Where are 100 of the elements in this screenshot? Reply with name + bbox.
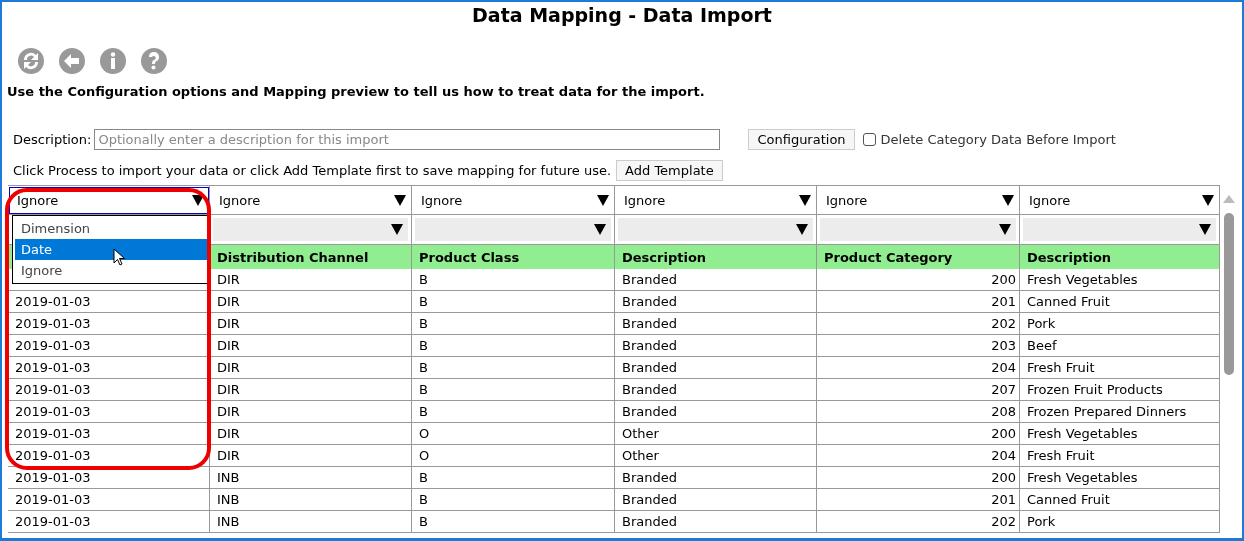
table-cell: 2019-01-03 [8,401,210,423]
table-cell: Pork [1020,511,1220,533]
table-cell: Branded [615,335,817,357]
table-cell: DIR [210,313,412,335]
table-cell: 202 [817,313,1020,335]
table-cell: Canned Fruit [1020,291,1220,313]
table-cell: Canned Fruit [1020,489,1220,511]
table-cell: DIR [210,401,412,423]
column-header: Distribution Channel [210,245,412,269]
table-cell: 2019-01-03 [8,511,210,533]
table-cell: DIR [210,335,412,357]
table-cell: Fresh Vegetables [1020,467,1220,489]
table-cell: Branded [615,467,817,489]
table-cell: B [412,357,615,379]
table-cell: B [412,401,615,423]
table-cell: 203 [817,335,1020,357]
table-cell: Fresh Vegetables [1020,423,1220,445]
table-cell: 2019-01-03 [8,313,210,335]
caret-icon [394,194,406,206]
table-cell: B [412,511,615,533]
table-cell: INB [210,467,412,489]
table-cell: 204 [817,445,1020,467]
table-cell: B [412,313,615,335]
table-cell: 2019-01-03 [8,489,210,511]
caret-icon [597,194,609,206]
column-header: Product Class [412,245,615,269]
mapping-dropdown[interactable]: Ignore [412,186,615,215]
caret-icon [799,194,811,206]
table-cell: B [412,269,615,291]
table-cell: DIR [210,423,412,445]
scroll-up-icon[interactable] [1223,195,1235,203]
mapping-dropdown[interactable]: Ignore [615,186,817,215]
mapping-dropdown[interactable]: Ignore [1020,186,1220,215]
table-cell: 200 [817,423,1020,445]
back-icon[interactable] [57,46,87,76]
table-cell: Pork [1020,313,1220,335]
caret-icon [999,224,1011,235]
table-cell: Branded [615,291,817,313]
table-cell: 201 [817,489,1020,511]
table-cell: B [412,489,615,511]
caret-icon [1002,194,1014,206]
caret-icon [391,224,403,235]
refresh-icon[interactable] [16,46,46,76]
info-icon[interactable] [98,46,128,76]
table-cell: DIR [210,269,412,291]
table-cell: Frozen Prepared Dinners [1020,401,1220,423]
table-cell: Beef [1020,335,1220,357]
caret-icon [192,194,204,206]
table-cell: Branded [615,269,817,291]
table-cell: B [412,379,615,401]
table-cell: Branded [615,401,817,423]
table-cell: 202 [817,511,1020,533]
mapping-dropdown[interactable]: Ignore [817,186,1020,215]
delete-data-checkbox[interactable] [862,132,876,146]
column-header: Description [1020,245,1220,269]
table-cell: INB [210,489,412,511]
table-cell: 200 [817,269,1020,291]
table-cell: O [412,445,615,467]
dropdown-option[interactable]: Date [15,239,207,260]
table-cell: Branded [615,357,817,379]
table-cell: Other [615,445,817,467]
table-cell: B [412,335,615,357]
description-field[interactable]: Optionally enter a description for this import [94,128,721,150]
table-cell: 201 [817,291,1020,313]
table-cell: 200 [817,467,1020,489]
table-cell: Fresh Vegetables [1020,269,1220,291]
pointer-icon [113,248,125,266]
process-hint: Click Process to import your data or click Add Template first to save mapping for future use. [13,163,612,178]
table-cell: Frozen Fruit Products [1020,379,1220,401]
help-icon[interactable] [139,46,169,76]
table-cell: 2019-01-03 [8,335,210,357]
column-header: Description [615,245,817,269]
description-label: Description: [13,131,92,147]
table-cell: 2019-01-03 [8,423,210,445]
table-cell: Fresh Fruit [1020,445,1220,467]
table-cell: Branded [615,489,817,511]
table-cell: DIR [210,379,412,401]
caret-icon [1202,194,1214,206]
table-cell: DIR [210,291,412,313]
window-title: Data Mapping - Data Import [471,3,773,28]
mapping-dropdown[interactable]: Ignore [8,186,210,215]
table-cell: Fresh Fruit [1020,357,1220,379]
table-cell: 207 [817,379,1020,401]
add-template-button[interactable]: Add Template [616,160,723,181]
configuration-button[interactable]: Configuration [748,128,855,150]
mapping-dropdown[interactable]: Ignore [210,186,412,215]
dropdown-option[interactable]: Dimension [15,218,207,239]
table-cell: O [412,423,615,445]
table-cell: 2019-01-03 [8,357,210,379]
table-cell: 2019-01-03 [8,445,210,467]
table-cell: Branded [615,313,817,335]
table-cell: 208 [817,401,1020,423]
checkbox-label: Delete Category Data Before Import [880,131,1116,147]
caret-icon [796,224,808,235]
caret-icon [594,224,606,235]
table-cell: Branded [615,379,817,401]
table-cell: Branded [615,511,817,533]
instruction-text: Use the Configuration options and Mapping preview to tell us how to treat data for the import. [7,84,706,99]
table-cell: 2019-01-03 [8,379,210,401]
table-cell: Other [615,423,817,445]
